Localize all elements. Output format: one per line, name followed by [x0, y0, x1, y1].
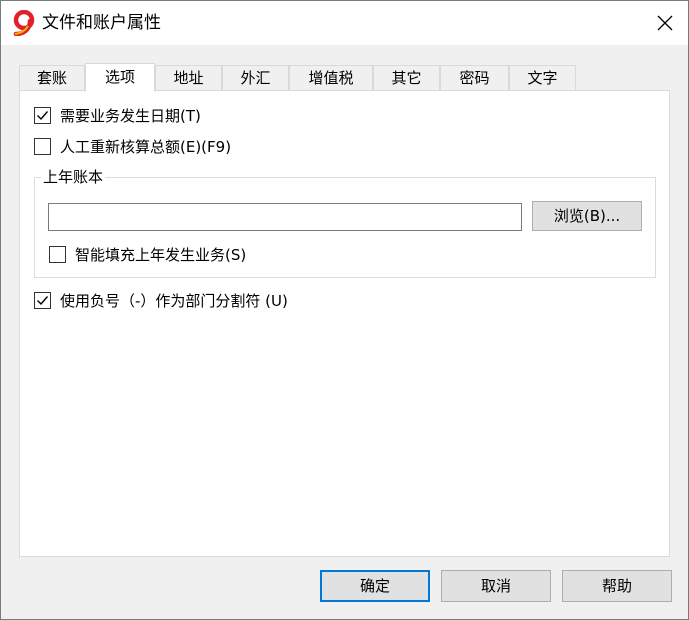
close-icon [657, 15, 673, 31]
window-title: 文件和账户属性 [42, 13, 161, 33]
app-logo-icon [11, 9, 37, 37]
cancel-button[interactable]: 取消 [441, 570, 551, 602]
tab-forex[interactable]: 外汇 [222, 65, 289, 90]
title-bar: 文件和账户属性 [1, 1, 688, 45]
tab-books[interactable]: 套账 [19, 65, 85, 90]
dept-separator-label: 使用负号（-）作为部门分割符 (U) [60, 292, 288, 310]
recalc-total-checkbox[interactable] [34, 138, 51, 155]
require-date-label: 需要业务发生日期(T) [60, 107, 201, 125]
tab-password[interactable]: 密码 [440, 65, 509, 90]
checkmark-icon [37, 296, 49, 306]
tab-other[interactable]: 其它 [373, 65, 440, 90]
recalc-total-label: 人工重新核算总额(E)(F9) [60, 138, 232, 156]
browse-button[interactable]: 浏览(B)... [532, 201, 642, 231]
checkmark-icon [37, 111, 49, 121]
dept-separator-checkbox[interactable] [34, 292, 51, 309]
smart-fill-checkbox[interactable] [49, 246, 66, 263]
tab-vat[interactable]: 增值税 [289, 65, 373, 90]
prev-year-path-input[interactable] [48, 203, 522, 231]
tab-address[interactable]: 地址 [155, 65, 222, 90]
help-button[interactable]: 帮助 [562, 570, 672, 602]
ok-button[interactable]: 确定 [320, 570, 430, 602]
close-button[interactable] [642, 1, 688, 45]
dialog-window: 文件和账户属性 套账 选项 地址 外汇 增值税 其它 密码 文字 需要业务发生日… [0, 0, 689, 620]
smart-fill-label: 智能填充上年发生业务(S) [75, 246, 247, 264]
require-date-checkbox[interactable] [34, 107, 51, 124]
tab-text[interactable]: 文字 [509, 65, 576, 90]
prev-year-books-legend: 上年账本 [41, 167, 106, 187]
prev-year-books-group: 上年账本 浏览(B)... 智能填充上年发生业务(S) [34, 167, 656, 278]
options-panel: 需要业务发生日期(T) 人工重新核算总额(E)(F9) 上年账本 浏览(B)..… [19, 90, 670, 557]
tab-options[interactable]: 选项 [85, 63, 155, 92]
